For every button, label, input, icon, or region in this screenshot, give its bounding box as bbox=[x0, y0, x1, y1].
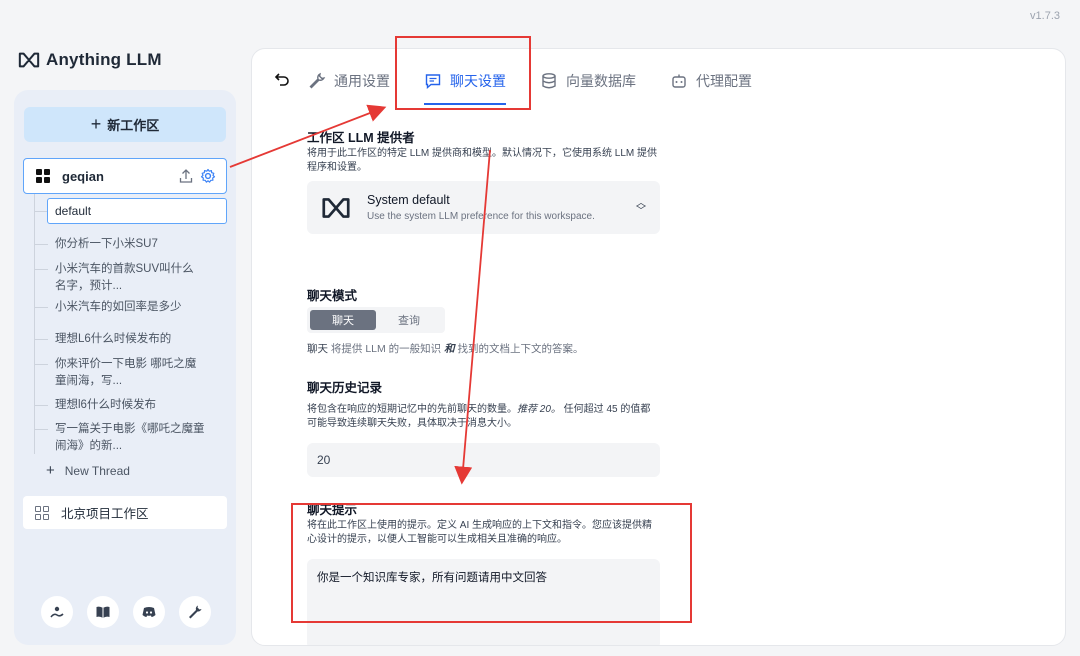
brand-logo: Anything LLM bbox=[18, 50, 162, 70]
tab-label: 聊天设置 bbox=[450, 73, 506, 89]
chat-history-description: 将包含在响应的短期记忆中的先前聊天的数量。推荐 20。 任何超过 45 的值都可… bbox=[307, 404, 651, 429]
new-workspace-button[interactable]: + 新工作区 bbox=[24, 107, 226, 142]
back-arrow-icon[interactable] bbox=[274, 71, 290, 87]
thread-item[interactable]: 理想l6什么时候发布 bbox=[55, 397, 205, 414]
docs-book-icon[interactable] bbox=[87, 596, 119, 628]
database-icon bbox=[542, 73, 556, 89]
mode-option-query[interactable]: 查询 bbox=[376, 310, 442, 330]
community-hub-icon[interactable] bbox=[41, 596, 73, 628]
llm-provider-select[interactable]: System default Use the system LLM prefer… bbox=[307, 181, 660, 234]
chat-mode-description: 聊天 将提供 LLM 的一般知识 和 找到的文档上下文的答案。 bbox=[307, 343, 584, 355]
workspace-grid-icon bbox=[36, 169, 50, 183]
new-thread-label: New Thread bbox=[64, 463, 130, 478]
wrench-icon bbox=[309, 72, 326, 89]
app-version: v1.7.3 bbox=[1030, 10, 1060, 22]
workspace-name: 北京项目工作区 bbox=[61, 507, 149, 521]
chat-history-input[interactable]: 20 bbox=[307, 443, 660, 477]
tab-label: 代理配置 bbox=[696, 73, 752, 89]
chevron-up-down-icon: ︿ ﹀ bbox=[636, 197, 646, 217]
thread-item-default[interactable]: default bbox=[47, 198, 227, 224]
sidebar-footer bbox=[41, 596, 211, 628]
settings-tabs: 通用设置 聊天设置 向量数据库 代理配置 bbox=[308, 71, 786, 105]
workspace-name: geqian bbox=[62, 168, 104, 184]
mode-option-chat[interactable]: 聊天 bbox=[310, 310, 376, 330]
llm-provider-title: 工作区 LLM 提供者 bbox=[307, 131, 415, 145]
robot-icon bbox=[672, 74, 686, 88]
workspace-settings-panel: 通用设置 聊天设置 向量数据库 代理配置 工作区 LLM 提供者 将用于此工作区… bbox=[251, 48, 1066, 646]
upload-icon[interactable] bbox=[178, 168, 194, 184]
thread-item[interactable]: 小米汽车的首款SUV叫什么名字，预计... bbox=[55, 261, 205, 295]
brand-name: Anything LLM bbox=[46, 50, 162, 69]
new-thread-button[interactable]: + New Thread bbox=[46, 462, 130, 479]
chat-prompt-description: 将在此工作区上使用的提示。定义 AI 生成响应的上下文和指令。您应该提供精心设计… bbox=[307, 520, 653, 545]
anythingllm-logo-icon bbox=[322, 197, 350, 218]
chat-mode-toggle: 聊天 查询 bbox=[307, 307, 445, 333]
sidebar: + 新工作区 geqian default 你分析一下小米SU7 小米汽车的首款… bbox=[14, 90, 236, 645]
new-workspace-label: 新工作区 bbox=[107, 118, 160, 133]
tab-agent-config[interactable]: 代理配置 bbox=[670, 71, 752, 105]
tab-label: 向量数据库 bbox=[566, 73, 636, 89]
tab-chat-settings[interactable]: 聊天设置 bbox=[424, 71, 506, 105]
chat-prompt-title: 聊天提示 bbox=[307, 503, 358, 517]
chat-icon bbox=[425, 74, 441, 90]
plus-icon: + bbox=[46, 462, 55, 479]
thread-item[interactable]: 写一篇关于电影《哪吒之魔童闹海》的新... bbox=[55, 421, 205, 455]
thread-item[interactable]: 理想L6什么时候发布的 bbox=[55, 331, 205, 348]
workspace-grid-icon bbox=[35, 505, 49, 520]
tab-vector-database[interactable]: 向量数据库 bbox=[540, 71, 636, 105]
workspace-item-geqian[interactable]: geqian bbox=[23, 158, 227, 194]
workspace-item-beijing[interactable]: 北京项目工作区 bbox=[23, 496, 227, 529]
thread-item[interactable]: 小米汽车的如回率是多少 bbox=[55, 299, 205, 316]
anythingllm-logo-icon bbox=[18, 52, 40, 68]
settings-wrench-icon[interactable] bbox=[179, 596, 211, 628]
chat-mode-title: 聊天模式 bbox=[307, 289, 358, 303]
plus-icon: + bbox=[90, 114, 102, 134]
chat-history-title: 聊天历史记录 bbox=[307, 381, 383, 395]
gear-icon[interactable] bbox=[200, 168, 216, 184]
tab-general-settings[interactable]: 通用设置 bbox=[308, 71, 390, 105]
llm-provider-description: 将用于此工作区的特定 LLM 提供商和模型。默认情况下，它使用系统 LLM 提供… bbox=[307, 148, 658, 173]
chat-prompt-textarea[interactable]: 你是一个知识库专家，所有问题请用中文回答 bbox=[307, 559, 660, 645]
tab-label: 通用设置 bbox=[334, 73, 390, 89]
thread-item[interactable]: 你分析一下小米SU7 bbox=[55, 236, 205, 253]
provider-name: System default bbox=[367, 193, 450, 207]
provider-subtitle: Use the system LLM preference for this w… bbox=[367, 211, 595, 222]
discord-icon[interactable] bbox=[133, 596, 165, 628]
thread-item[interactable]: 你来评价一下电影 哪吒之魔童闹海，写... bbox=[55, 356, 205, 390]
